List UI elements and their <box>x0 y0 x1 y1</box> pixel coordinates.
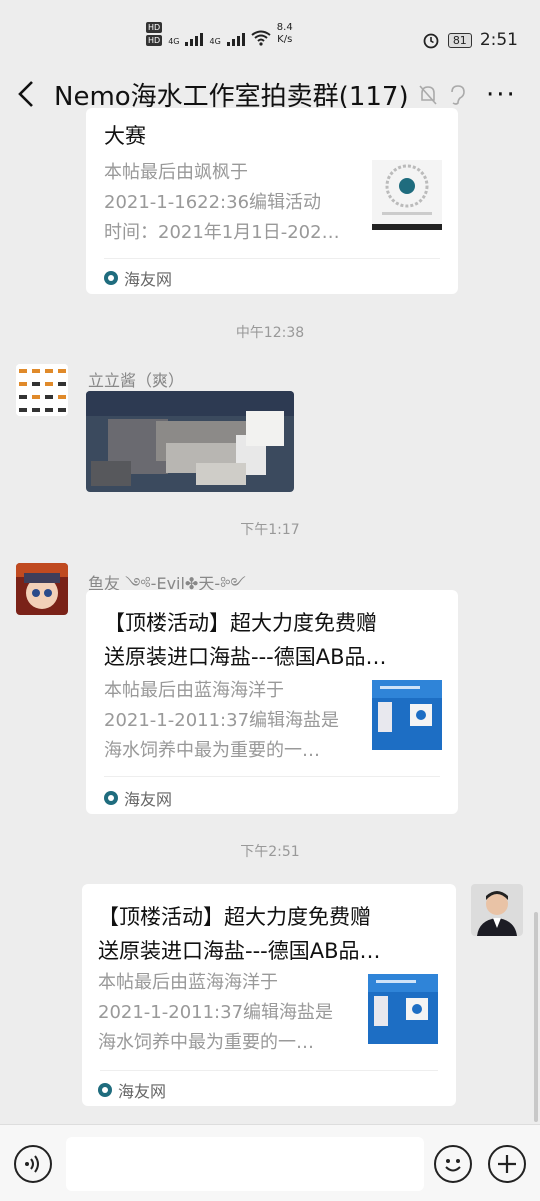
article-thumbnail <box>372 680 442 750</box>
speed-value: 8.4 <box>276 22 293 33</box>
network-type: 4G <box>209 37 221 46</box>
title-line: 送原装进口海盐---德国AB品… <box>104 645 387 669</box>
card-title: 【顶楼活动】超大力度免费赠 送原装进口海盐---德国AB品… <box>98 900 438 968</box>
voice-icon[interactable] <box>14 1145 52 1183</box>
hd-indicators: HD HD <box>146 22 163 46</box>
link-card[interactable]: 【顶楼活动】超大力度免费赠 送原装进口海盐---德国AB品… 本帖最后由蓝海海洋… <box>82 884 456 1106</box>
avatar[interactable] <box>471 884 523 936</box>
desc-line: 本帖最后由蓝海海洋于 <box>104 680 284 701</box>
link-card[interactable]: 大赛 本帖最后由飒枫于 2021-1-1622:36编辑活动 时间：2021年1… <box>86 108 458 294</box>
source-name: 海友网 <box>118 1082 167 1101</box>
scrollbar[interactable] <box>534 912 538 1122</box>
card-divider <box>104 776 440 777</box>
qr-thumbnail <box>372 160 442 230</box>
status-right: 81 2:51 <box>422 30 518 50</box>
wifi-icon <box>251 30 271 46</box>
link-card[interactable]: 【顶楼活动】超大力度免费赠 送原装进口海盐---德国AB品… 本帖最后由蓝海海洋… <box>86 590 458 814</box>
avatar[interactable] <box>16 364 68 416</box>
timestamp: 下午2:51 <box>240 844 300 860</box>
speed-unit: K/s <box>277 34 293 45</box>
source-name: 海友网 <box>124 790 173 809</box>
desc-line: 2021-1-1622:36编辑活动 <box>104 192 322 213</box>
title-line: 【顶楼活动】超大力度免费赠 <box>104 611 377 635</box>
back-arrow-icon[interactable] <box>14 78 42 110</box>
image-message[interactable] <box>86 391 294 492</box>
timestamp: 中午12:38 <box>235 325 305 341</box>
timestamp: 下午1:17 <box>240 522 300 538</box>
earpiece-icon <box>451 85 465 105</box>
card-description: 本帖最后由蓝海海洋于 2021-1-2011:37编辑海盐是 海水饲养中最为重要… <box>104 676 364 766</box>
card-divider <box>104 258 440 259</box>
desc-line: 本帖最后由蓝海海洋于 <box>98 972 278 993</box>
article-thumbnail <box>368 974 438 1044</box>
source-name: 海友网 <box>124 270 173 289</box>
source-logo-icon <box>104 271 118 285</box>
input-bar <box>0 1124 540 1201</box>
battery-icon: 81 <box>447 32 472 48</box>
title-line: 【顶楼活动】超大力度免费赠 <box>98 905 371 929</box>
card-description: 本帖最后由飒枫于 2021-1-1622:36编辑活动 时间：2021年1月1日… <box>104 158 364 248</box>
card-source: 海友网 <box>104 266 172 290</box>
card-description: 本帖最后由蓝海海洋于 2021-1-2011:37编辑海盐是 海水饲养中最为重要… <box>98 968 358 1058</box>
plus-icon[interactable] <box>488 1145 526 1183</box>
card-title: 【顶楼活动】超大力度免费赠 送原装进口海盐---德国AB品… <box>104 606 444 674</box>
status-bar: HD HD 4G 4G 8.4 K/s 81 2:51 <box>0 0 540 58</box>
network-type: 4G <box>168 37 180 46</box>
message-input[interactable] <box>66 1137 424 1191</box>
source-logo-icon <box>98 1083 112 1097</box>
sender-name: 立立酱（爽） <box>88 371 185 390</box>
hd-badge: HD <box>146 22 163 33</box>
desc-line: 海水饲养中最为重要的一… <box>104 740 320 761</box>
more-icon[interactable]: ··· <box>486 80 517 110</box>
card-divider <box>100 1070 438 1071</box>
hd-badge: HD <box>146 35 163 46</box>
source-logo-icon <box>104 791 118 805</box>
network-speed: 8.4 K/s <box>277 22 293 46</box>
avatar[interactable] <box>16 563 68 615</box>
desc-line: 时间：2021年1月1日-202… <box>104 222 340 243</box>
alarm-icon <box>423 33 439 49</box>
signal-icon <box>226 33 245 46</box>
card-source: 海友网 <box>98 1078 166 1102</box>
avatar-portrait <box>471 884 523 936</box>
card-title: 大赛 <box>104 124 146 148</box>
avatar-anime-art <box>16 563 68 615</box>
title-line: 送原装进口海盐---德国AB品… <box>98 939 381 963</box>
card-source: 海友网 <box>104 786 172 810</box>
desc-line: 本帖最后由飒枫于 <box>104 162 248 183</box>
clock: 2:51 <box>479 30 518 50</box>
desc-line: 海水饲养中最为重要的一… <box>98 1032 314 1053</box>
avatar-fish-grid <box>16 364 68 416</box>
emoji-icon[interactable] <box>434 1145 472 1183</box>
desc-line: 2021-1-2011:37编辑海盐是 <box>104 710 340 731</box>
desc-line: 2021-1-2011:37编辑海盐是 <box>98 1002 334 1023</box>
signal-group: HD HD 4G 4G 8.4 K/s <box>146 22 293 46</box>
signal-icon <box>185 33 204 46</box>
mute-icon <box>419 85 437 105</box>
